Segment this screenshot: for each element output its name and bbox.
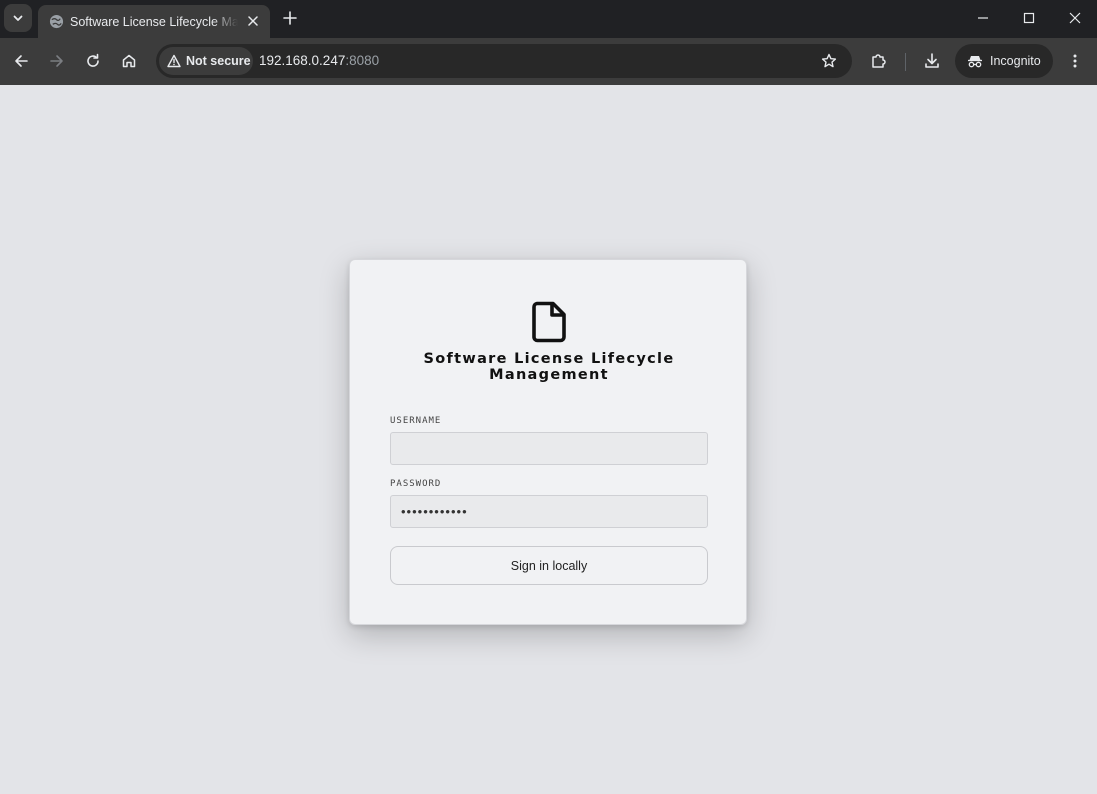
- url-text[interactable]: 192.168.0.247:8080: [259, 53, 379, 68]
- close-tab-icon[interactable]: [244, 12, 262, 30]
- password-label: PASSWORD: [390, 479, 442, 489]
- app-title-line1: Software License Lifecycle: [423, 351, 675, 367]
- downloads-button[interactable]: [919, 48, 945, 74]
- plus-icon: [283, 11, 297, 25]
- minimize-icon: [978, 17, 988, 19]
- reload-icon: [87, 53, 99, 67]
- sign-in-button[interactable]: Sign in locally: [390, 546, 708, 585]
- globe-icon: [48, 14, 64, 30]
- reload-button[interactable]: [80, 48, 106, 74]
- incognito-profile-button[interactable]: Incognito: [955, 44, 1053, 78]
- warning-icon: [167, 54, 181, 68]
- password-input[interactable]: [390, 495, 708, 528]
- puzzle-icon: [872, 54, 886, 68]
- tab-title: Software License Lifecycle Management: [70, 14, 238, 29]
- close-window-button[interactable]: [1061, 4, 1089, 32]
- minimize-button[interactable]: [969, 4, 997, 32]
- chevron-down-icon: [13, 15, 23, 21]
- arrow-left-icon: [15, 55, 28, 67]
- bookmark-star-icon[interactable]: [820, 52, 838, 70]
- new-tab-button[interactable]: [280, 8, 300, 28]
- document-icon: [531, 301, 567, 343]
- arrow-right-icon: [50, 55, 63, 67]
- maximize-button[interactable]: [1015, 4, 1043, 32]
- security-label: Not secure: [186, 54, 251, 68]
- login-card: Software License Lifecycle Management US…: [349, 259, 747, 625]
- maximize-icon: [1023, 12, 1035, 24]
- security-indicator[interactable]: Not secure: [159, 47, 253, 75]
- app-title: Software License Lifecycle Management: [370, 351, 728, 383]
- forward-button[interactable]: [44, 48, 70, 74]
- browser-tab-active[interactable]: Software License Lifecycle Management: [38, 5, 270, 38]
- close-icon: [1069, 12, 1081, 24]
- incognito-label: Incognito: [990, 54, 1041, 68]
- url-port: :8080: [345, 53, 380, 68]
- app-title-line2: Management: [489, 367, 609, 383]
- back-button[interactable]: [8, 48, 34, 74]
- more-vertical-icon: [1073, 54, 1077, 68]
- home-icon: [122, 54, 136, 68]
- extensions-button[interactable]: [866, 48, 892, 74]
- incognito-icon: [968, 56, 982, 68]
- address-bar[interactable]: Not secure 192.168.0.247:8080: [156, 44, 852, 78]
- username-label: USERNAME: [390, 416, 442, 426]
- url-host: 192.168.0.247: [259, 53, 346, 68]
- toolbar-divider: [905, 53, 906, 71]
- download-icon: [925, 53, 939, 68]
- browser-tab-strip: Software License Lifecycle Management: [0, 0, 1097, 38]
- username-input[interactable]: [390, 432, 708, 465]
- home-button[interactable]: [116, 48, 142, 74]
- browser-toolbar: Not secure 192.168.0.247:8080 Incognito: [0, 38, 1097, 85]
- browser-menu-button[interactable]: [1062, 48, 1088, 74]
- tab-search-button[interactable]: [4, 4, 32, 32]
